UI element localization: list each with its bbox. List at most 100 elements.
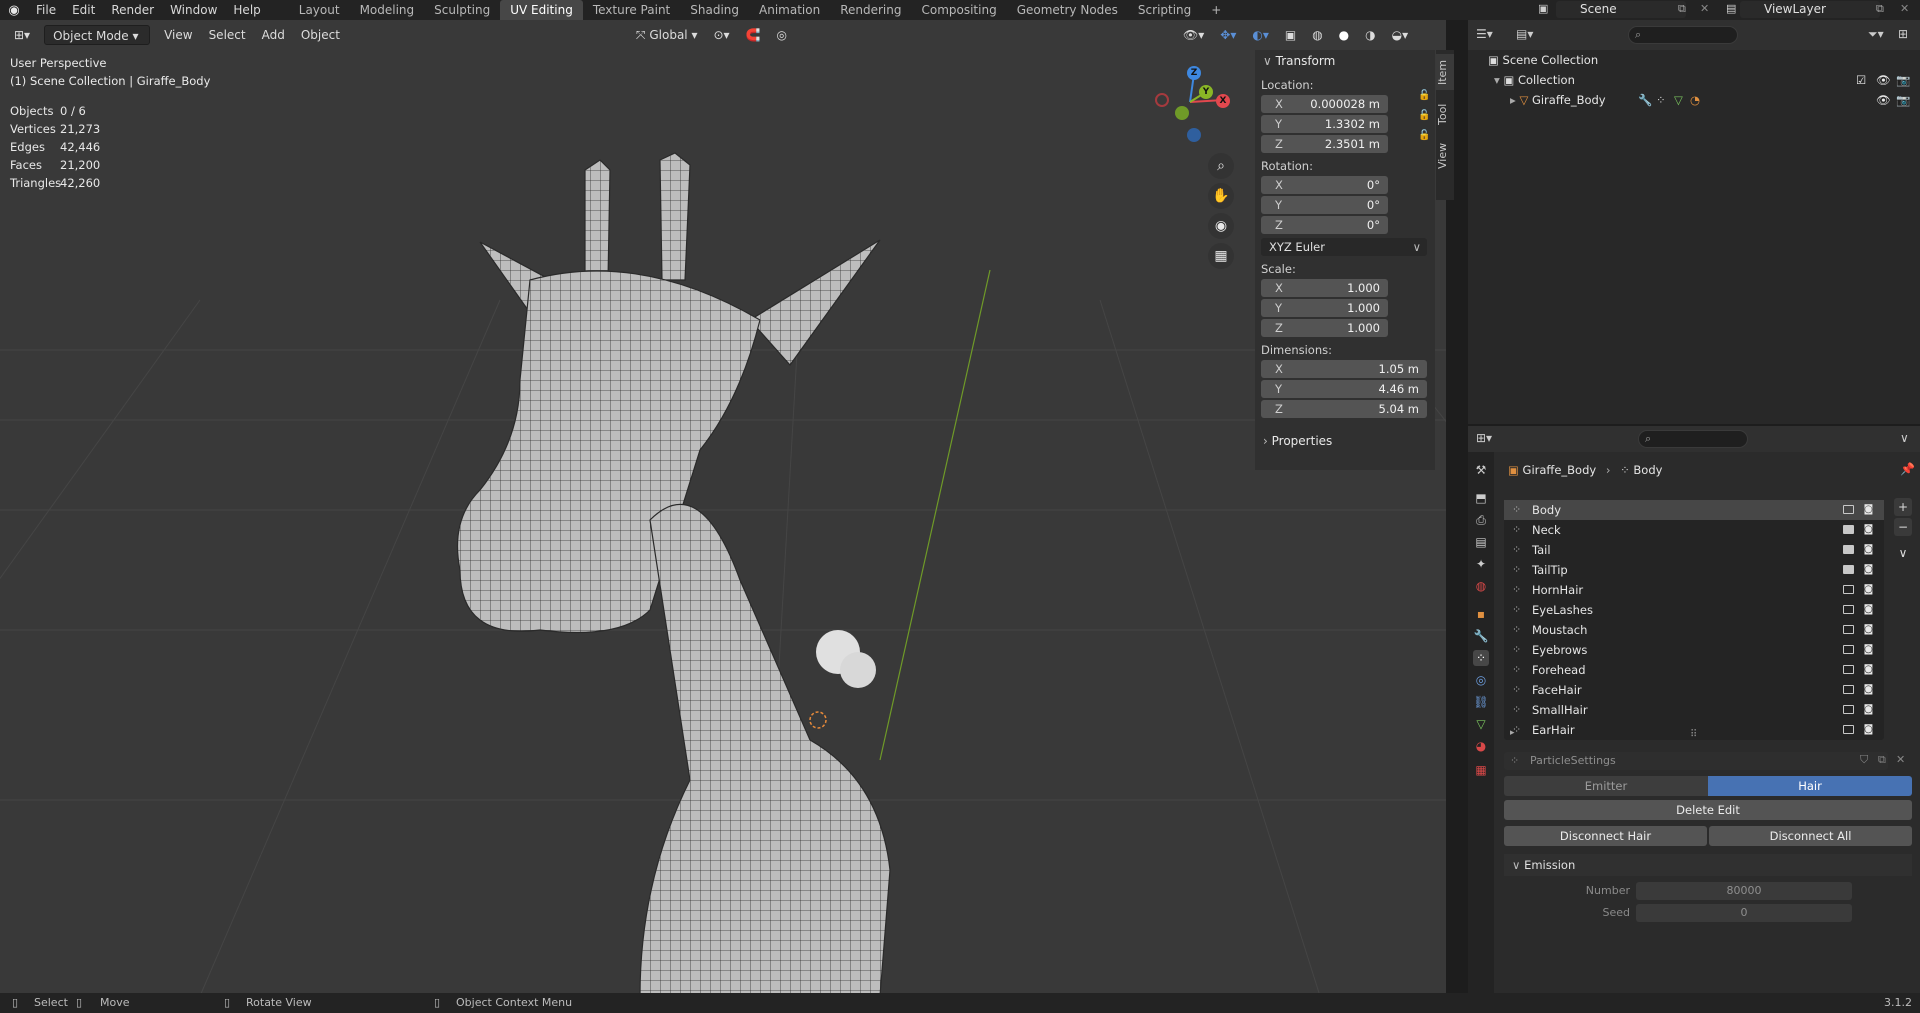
tab-scripting[interactable]: Scripting [1128, 0, 1201, 20]
fake-user-shield-icon[interactable]: ⛉ [1860, 753, 1868, 767]
seed-field[interactable]: 0 [1636, 904, 1852, 922]
camera-icon[interactable]: ◙ [1863, 564, 1874, 575]
tab-rendering[interactable]: Rendering [830, 0, 911, 20]
list-item[interactable]: ⁘ TailTip ◙ [1504, 560, 1884, 580]
chevron-right-icon[interactable]: ▸ [1510, 93, 1516, 107]
tab-sculpting[interactable]: Sculpting [424, 0, 500, 20]
list-item[interactable]: ⁘ SmallHair ◙ [1504, 700, 1884, 720]
list-item[interactable]: ⁘ Moustach ◙ [1504, 620, 1884, 640]
camera-icon[interactable]: ◙ [1863, 544, 1874, 555]
view-layer-tab-icon[interactable]: ▤ [1473, 534, 1489, 550]
viewport-display-icon[interactable] [1843, 525, 1854, 534]
tab-modeling[interactable]: Modeling [350, 0, 425, 20]
orientation-dropdown[interactable]: ⤧ Global ▾ [628, 25, 706, 45]
menu-add[interactable]: Add [254, 25, 293, 45]
tab-texture-paint[interactable]: Texture Paint [583, 0, 680, 20]
list-item[interactable]: ⁘ Neck ◙ [1504, 520, 1884, 540]
viewport-display-icon[interactable] [1843, 545, 1854, 554]
menu-help[interactable]: Help [225, 0, 268, 20]
camera-view-icon[interactable]: ◉ [1208, 213, 1234, 239]
viewlayer-copy-icon[interactable]: ⧉ [1876, 2, 1884, 16]
add-particle-system-button[interactable]: + [1894, 498, 1912, 516]
add-workspace-button[interactable]: + [1201, 0, 1231, 20]
material-icon[interactable]: ◔ [1690, 90, 1700, 110]
camera-icon[interactable]: ◙ [1863, 724, 1874, 735]
scene-copy-icon[interactable]: ⧉ [1678, 2, 1686, 16]
menu-edit[interactable]: Edit [64, 0, 103, 20]
remove-particle-system-button[interactable]: − [1894, 518, 1912, 536]
physics-tab-icon[interactable]: ◎ [1473, 672, 1489, 688]
camera-icon[interactable]: ◙ [1863, 504, 1874, 515]
chevron-down-icon[interactable]: ▾ [1494, 73, 1500, 87]
dimension-x-field[interactable]: X 1.05 m [1261, 360, 1427, 378]
menu-render[interactable]: Render [103, 0, 162, 20]
rotation-z-field[interactable]: Z 0° [1261, 216, 1388, 234]
scale-y-field[interactable]: Y 1.000 [1261, 299, 1388, 317]
camera-icon[interactable]: 📷 [1896, 70, 1910, 90]
viewport-display-icon[interactable] [1843, 665, 1854, 674]
emission-panel-header[interactable]: ∨ Emission [1504, 854, 1912, 876]
ortho-grid-icon[interactable]: ▦ [1208, 243, 1234, 269]
tab-compositing[interactable]: Compositing [911, 0, 1006, 20]
number-field[interactable]: 80000 [1636, 882, 1852, 900]
gizmo-z-icon[interactable]: Z [1187, 66, 1201, 80]
data-tab-icon[interactable]: ▽ [1473, 716, 1489, 732]
visibility-icon[interactable]: 👁▾ [1175, 25, 1212, 45]
scene-tab-icon[interactable]: ✦ [1473, 556, 1489, 572]
delete-edit-button[interactable]: Delete Edit [1504, 800, 1912, 820]
viewport-display-icon[interactable] [1843, 625, 1854, 634]
gizmo-neg-x-icon[interactable] [1155, 93, 1169, 107]
scale-z-field[interactable]: Z 1.000 [1261, 319, 1388, 337]
gizmo-x-icon[interactable]: X [1216, 94, 1230, 108]
menu-window[interactable]: Window [162, 0, 225, 20]
scene-selector-icon[interactable]: ▣ [1538, 2, 1548, 15]
checkbox-icon[interactable]: ☑ [1856, 70, 1866, 90]
viewport-display-icon[interactable] [1843, 725, 1854, 734]
dimension-z-field[interactable]: Z 5.04 m [1261, 400, 1427, 418]
particles-tab-icon[interactable]: ⁘ [1473, 650, 1489, 666]
particle-settings-field[interactable]: ⁘ ParticleSettings [1504, 752, 1888, 770]
disconnect-hair-button[interactable]: Disconnect Hair [1504, 826, 1707, 846]
camera-icon[interactable]: ◙ [1863, 524, 1874, 535]
pin-icon[interactable]: 📌 [1900, 462, 1915, 476]
viewport-display-icon[interactable] [1843, 565, 1854, 574]
tab-shading[interactable]: Shading [680, 0, 749, 20]
npanel-tab-view[interactable]: View [1436, 138, 1454, 174]
texture-tab-icon[interactable]: ▦ [1473, 762, 1489, 778]
navigation-gizmo[interactable]: Z Y X [1150, 54, 1230, 164]
location-x-field[interactable]: X 0.000028 m [1261, 95, 1388, 113]
render-tab-icon[interactable]: ⬒ [1473, 490, 1489, 506]
particles-icon[interactable]: ⁘ [1656, 90, 1666, 110]
viewlayer-icon[interactable]: ▤ [1726, 2, 1736, 15]
editor-type-icon[interactable]: ☰▾ [1476, 27, 1493, 41]
zoom-icon[interactable]: ⌕ [1208, 153, 1234, 179]
editor-type-icon[interactable]: ⊞▾ [6, 25, 38, 45]
editor-type-icon[interactable]: ⊞▾ [1476, 431, 1492, 445]
lock-icon[interactable]: 🔓 [1418, 90, 1430, 101]
duplicate-icon[interactable]: ⧉ [1878, 753, 1886, 767]
new-collection-icon[interactable]: ⊞ [1898, 27, 1908, 41]
viewport-display-icon[interactable] [1843, 585, 1854, 594]
outliner-row-scene-collection[interactable]: ▣ Scene Collection [1468, 50, 1920, 70]
list-item[interactable]: ⁘ EyeLashes ◙ [1504, 600, 1884, 620]
dimension-y-field[interactable]: Y 4.46 m [1261, 380, 1427, 398]
output-tab-icon[interactable]: ⎙ [1473, 512, 1489, 528]
menu-object[interactable]: Object [293, 25, 348, 45]
list-item[interactable]: ⁘ Tail ◙ [1504, 540, 1884, 560]
menu-file[interactable]: File [28, 0, 64, 20]
disconnect-all-button[interactable]: Disconnect All [1709, 826, 1912, 846]
eye-icon[interactable]: 👁 [1876, 70, 1891, 90]
eye-icon[interactable]: 👁 [1876, 90, 1891, 110]
display-mode-icon[interactable]: ▤▾ [1516, 27, 1533, 41]
npanel-tab-item[interactable]: Item [1436, 54, 1454, 90]
scale-x-field[interactable]: X 1.000 [1261, 279, 1388, 297]
list-item[interactable]: ⁘ Eyebrows ◙ [1504, 640, 1884, 660]
viewlayer-close-icon[interactable]: ✕ [1900, 2, 1909, 15]
gizmo-y-icon[interactable]: Y [1199, 85, 1213, 99]
viewport-display-icon[interactable] [1843, 605, 1854, 614]
viewport-display-icon[interactable] [1843, 705, 1854, 714]
mesh-data-icon[interactable]: ▽ [1674, 90, 1683, 110]
resize-handle-icon[interactable]: ⠿ [1690, 729, 1697, 740]
rotation-x-field[interactable]: X 0° [1261, 176, 1388, 194]
constraints-tab-icon[interactable]: ⛓ [1473, 694, 1489, 710]
